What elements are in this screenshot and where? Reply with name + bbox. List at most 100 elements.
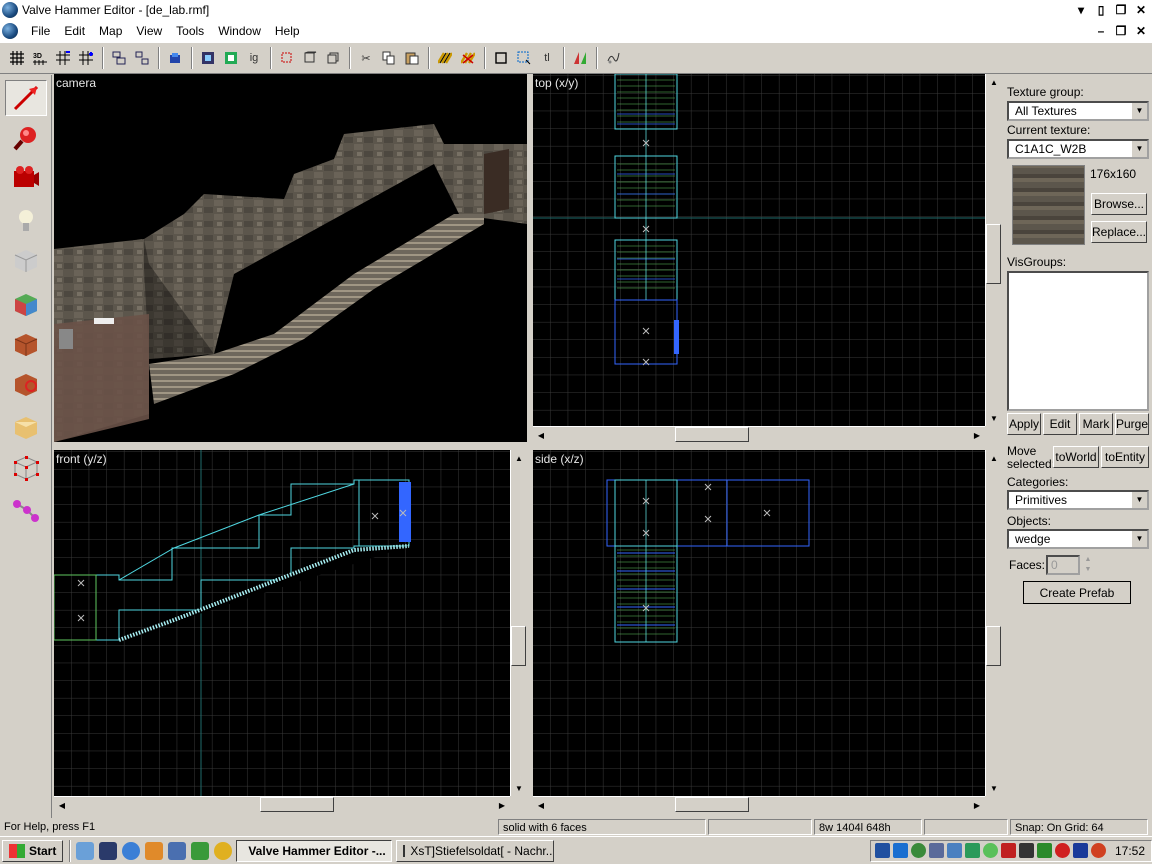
restore-icon[interactable]: ❐ [1112, 2, 1130, 18]
texture-lock-icon[interactable] [164, 47, 186, 69]
top-viewport[interactable]: top (x/y) [533, 74, 985, 426]
camera-tool-icon[interactable] [5, 160, 47, 196]
scroll-up-icon[interactable]: ▲ [986, 74, 1002, 90]
scroll-thumb[interactable] [260, 797, 334, 812]
language-icon[interactable] [874, 843, 890, 858]
group-icon[interactable] [108, 47, 130, 69]
side-view-hscroll[interactable]: ◀ ▶ [533, 796, 985, 812]
maximize-icon[interactable]: ▯ [1092, 2, 1110, 18]
paste-icon[interactable] [401, 47, 423, 69]
to-entity-button[interactable]: toEntity [1101, 446, 1149, 468]
acrobat-icon[interactable] [1000, 843, 1016, 858]
hollow-icon[interactable] [220, 47, 242, 69]
3d-grid-icon[interactable]: 3D [29, 47, 51, 69]
hammer-app-icon[interactable] [2, 2, 18, 18]
camera-viewport[interactable]: camera [54, 74, 527, 442]
doc-minimize-icon[interactable]: – [1092, 23, 1110, 39]
desktop-icon[interactable] [76, 841, 95, 860]
close-icon[interactable]: ✕ [1132, 2, 1150, 18]
network-icon[interactable] [892, 843, 908, 858]
undo-icon[interactable] [276, 47, 298, 69]
top-view-hscroll[interactable]: ◀ ▶ [533, 426, 985, 442]
front-view-hscroll[interactable]: ◀ ▶ [54, 796, 510, 812]
menu-help[interactable]: Help [268, 20, 307, 42]
scroll-left-icon[interactable]: ◀ [54, 797, 70, 813]
text-icon[interactable]: tl [536, 47, 558, 69]
antivirus-icon[interactable] [964, 843, 980, 858]
volume-icon[interactable] [1090, 843, 1106, 858]
scroll-thumb[interactable] [675, 427, 749, 442]
scroll-thumb[interactable] [675, 797, 749, 812]
carve-icon[interactable] [197, 47, 219, 69]
chevron-down-icon[interactable]: ▼ [1131, 492, 1147, 508]
clip-tool-icon[interactable] [5, 410, 47, 446]
selection-tool-icon[interactable] [5, 80, 47, 116]
texture-group-select[interactable]: All Textures ▼ [1007, 101, 1149, 121]
front-viewport[interactable]: front (y/z) [54, 450, 510, 796]
hide-items-icon[interactable] [457, 47, 479, 69]
magnify-tool-icon[interactable] [5, 120, 47, 156]
objects-select[interactable]: wedge ▼ [1007, 529, 1149, 549]
chevron-down-icon[interactable]: ▼ [1131, 103, 1147, 119]
scroll-right-icon[interactable]: ▶ [494, 797, 510, 813]
ignore-groups-icon[interactable]: ig [243, 47, 265, 69]
scroll-right-icon[interactable]: ▶ [969, 427, 985, 443]
menu-edit[interactable]: Edit [57, 20, 92, 42]
media-tray-icon[interactable] [1072, 843, 1088, 858]
scroll-up-icon[interactable]: ▲ [986, 450, 1002, 466]
decal-tool-icon[interactable] [5, 367, 47, 403]
ie-icon[interactable] [122, 841, 141, 860]
cut-icon[interactable]: ✂ [355, 47, 377, 69]
vertex-tool-icon[interactable] [5, 450, 47, 486]
entity-tool-icon[interactable] [5, 203, 47, 239]
restore-down-icon[interactable]: ▾ [1072, 2, 1090, 18]
document-icon[interactable] [2, 23, 18, 39]
menu-window[interactable]: Window [211, 20, 268, 42]
scroll-left-icon[interactable]: ◀ [533, 427, 549, 443]
redo-icon[interactable] [299, 47, 321, 69]
copy-icon[interactable] [378, 47, 400, 69]
larger-grid-icon[interactable] [75, 47, 97, 69]
messenger-icon[interactable] [191, 841, 210, 860]
update-icon[interactable] [928, 843, 944, 858]
monitor-icon[interactable] [946, 843, 962, 858]
block-tool-icon[interactable] [5, 243, 47, 279]
scroll-right-icon[interactable]: ▶ [969, 797, 985, 813]
faces-spinner[interactable]: ▲ ▼ [1081, 555, 1095, 575]
to-world-button[interactable]: toWorld [1053, 446, 1099, 468]
front-view-vscroll[interactable]: ▲ ▼ [510, 450, 526, 796]
messenger-tray-icon[interactable] [982, 843, 998, 858]
firewall-icon[interactable] [910, 843, 926, 858]
menu-map[interactable]: Map [92, 20, 129, 42]
apply-button[interactable]: Apply [1007, 413, 1041, 435]
menu-view[interactable]: View [129, 20, 169, 42]
menu-tools[interactable]: Tools [169, 20, 211, 42]
faces-input[interactable]: 0 [1046, 555, 1080, 575]
ungroup-icon[interactable] [131, 47, 153, 69]
audio-icon[interactable] [1018, 843, 1034, 858]
graphics-icon[interactable] [1036, 843, 1052, 858]
current-texture-select[interactable]: C1A1C_W2B ▼ [1007, 139, 1149, 159]
scroll-down-icon[interactable]: ▼ [511, 780, 527, 796]
menu-file[interactable]: File [24, 20, 57, 42]
categories-select[interactable]: Primitives ▼ [1007, 490, 1149, 510]
task-hammer[interactable]: Valve Hammer Editor -... [236, 839, 393, 862]
media-player-icon[interactable] [214, 841, 233, 860]
replace-button[interactable]: Replace... [1091, 221, 1147, 243]
start-button[interactable]: Start [2, 839, 64, 862]
scroll-down-icon[interactable]: ▼ [986, 410, 1002, 426]
firefox-icon[interactable] [145, 841, 164, 860]
grid-icon[interactable] [6, 47, 28, 69]
create-prefab-button[interactable]: Create Prefab [1023, 581, 1131, 604]
map-properties-icon[interactable] [569, 47, 591, 69]
entity-report-icon[interactable] [602, 47, 624, 69]
top-view-vscroll[interactable]: ▲ ▼ [985, 74, 1001, 426]
ati-icon[interactable] [1054, 843, 1070, 858]
chevron-down-icon[interactable]: ▼ [1131, 141, 1147, 157]
scroll-left-icon[interactable]: ◀ [533, 797, 549, 813]
side-view-vscroll[interactable]: ▲ ▼ [985, 450, 1001, 796]
scroll-thumb[interactable] [986, 224, 1001, 284]
apply-texture-icon[interactable] [5, 327, 47, 363]
scroll-thumb[interactable] [511, 626, 526, 666]
mark-button[interactable]: Mark [1079, 413, 1113, 435]
